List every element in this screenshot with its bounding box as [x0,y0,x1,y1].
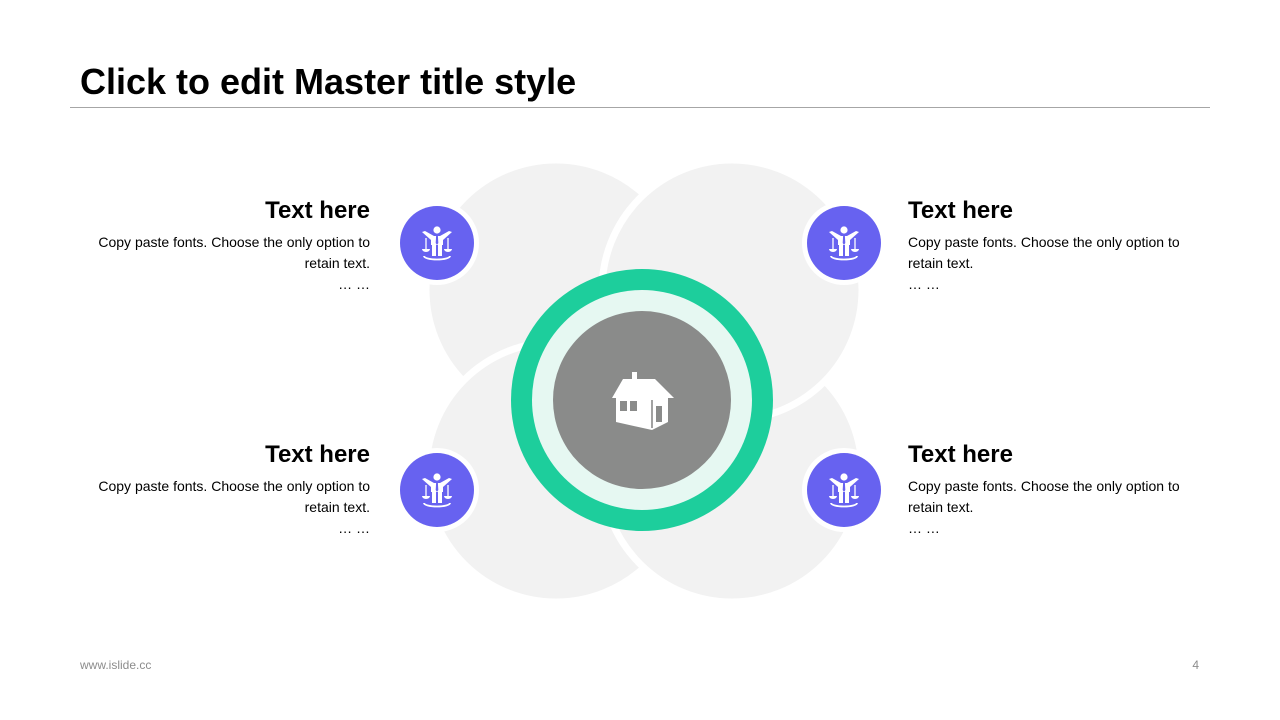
item-ellipsis: … … [908,276,940,292]
item-icon-badge-1 [395,201,479,285]
item-icon-badge-4 [802,448,886,532]
footer-url: www.islide.cc [80,658,152,672]
text-block-top-left: Text here Copy paste fonts. Choose the o… [80,196,370,295]
item-description: Copy paste fonts. Choose the only option… [98,478,370,515]
petal-diagram [395,156,886,606]
item-ellipsis: … … [908,520,940,536]
item-description: Copy paste fonts. Choose the only option… [908,478,1180,515]
item-title: Text here [908,197,1013,224]
item-ellipsis: … … [338,276,370,292]
center-hub [511,269,773,531]
page-number: 4 [1192,658,1199,672]
text-block-top-right: Text here Copy paste fonts. Choose the o… [908,196,1198,295]
text-block-bottom-right: Text here Copy paste fonts. Choose the o… [908,440,1198,539]
item-title: Text here [908,441,1013,468]
item-description: Copy paste fonts. Choose the only option… [98,234,370,271]
item-icon-badge-3 [395,448,479,532]
text-block-bottom-left: Text here Copy paste fonts. Choose the o… [80,440,370,539]
item-description: Copy paste fonts. Choose the only option… [908,234,1180,271]
item-ellipsis: … … [338,520,370,536]
item-icon-badge-2 [802,201,886,285]
item-title: Text here [265,197,370,224]
item-title: Text here [265,441,370,468]
